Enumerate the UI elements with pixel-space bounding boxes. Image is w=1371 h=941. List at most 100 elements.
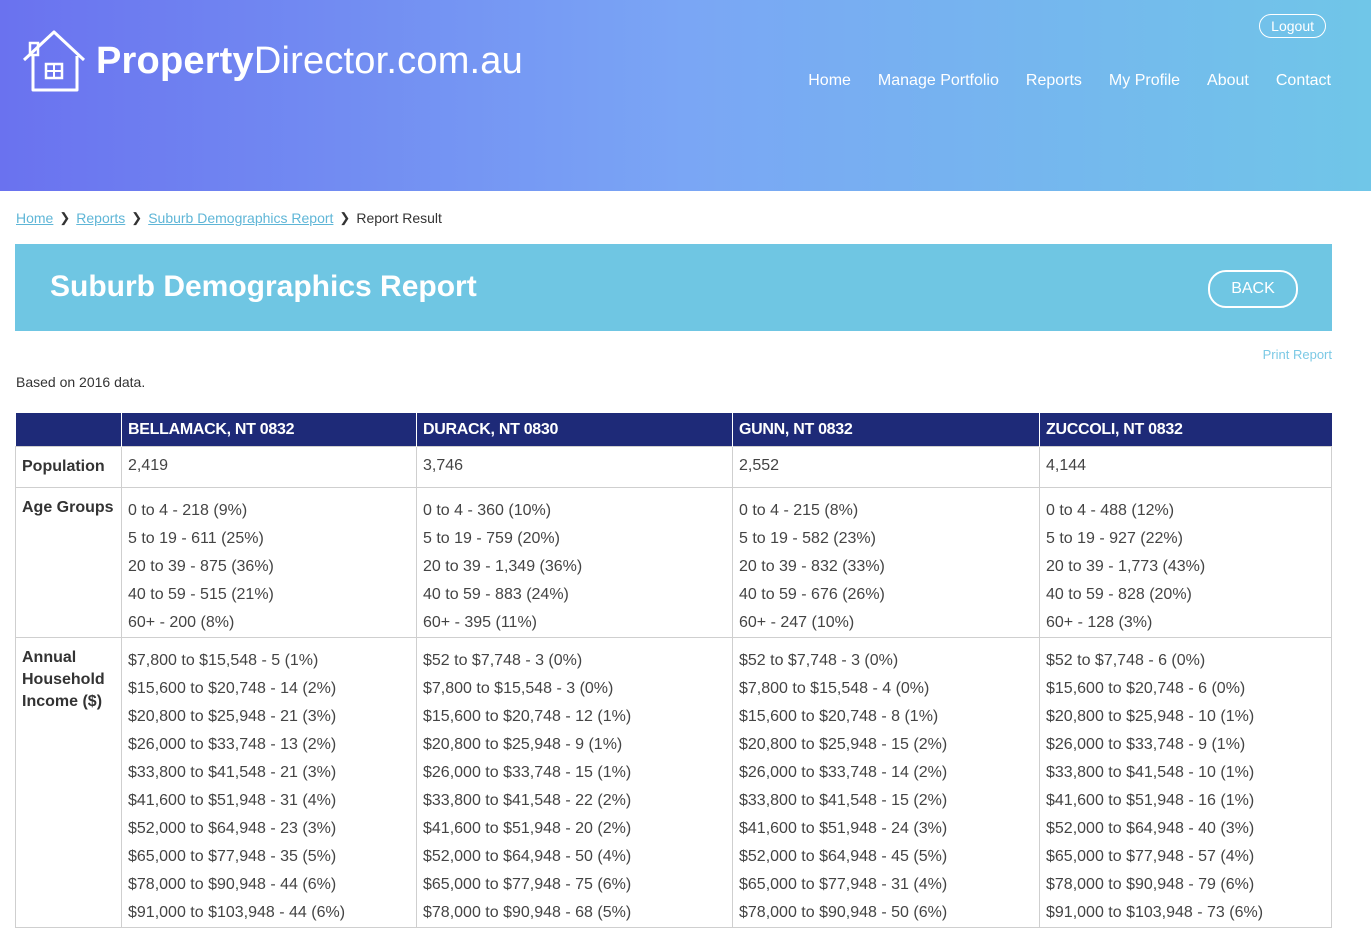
table-cell: $52 to $7,748 - 6 (0%) $15,600 to $20,748…	[1039, 637, 1332, 928]
cell-value: 40 to 59 - 676 (26%)	[739, 586, 885, 603]
table-row: Annual Household Income ($) $7,800 to $15…	[15, 637, 1332, 928]
cell-value: $52 to $7,748 - 3 (0%)	[739, 652, 899, 669]
cell-value: 20 to 39 - 1,349 (36%)	[423, 558, 583, 575]
cell-value: 0 to 4 - 488 (12%)	[1046, 502, 1175, 519]
cell-value: 0 to 4 - 218 (9%)	[128, 502, 248, 519]
chevron-right-icon: ❯	[131, 210, 143, 225]
table-cell: $7,800 to $15,548 - 5 (1%) $15,600 to $20…	[121, 637, 417, 928]
cell-value: $26,000 to $33,748 - 13 (2%)	[128, 736, 337, 753]
cell-value: 20 to 39 - 832 (33%)	[739, 558, 885, 575]
cell-value: $41,600 to $51,948 - 16 (1%)	[1046, 792, 1255, 809]
row-label: Age Groups	[15, 487, 122, 638]
table-cell: $52 to $7,748 - 3 (0%) $7,800 to $15,548 …	[732, 637, 1040, 928]
page-title: Suburb Demographics Report	[50, 270, 477, 303]
cell-value: $20,800 to $25,948 - 9 (1%)	[423, 736, 623, 753]
cell-value: $41,600 to $51,948 - 31 (4%)	[128, 792, 337, 809]
breadcrumb-home[interactable]: Home	[16, 210, 53, 226]
breadcrumb: Home ❯ Reports ❯ Suburb Demographics Rep…	[16, 210, 442, 226]
breadcrumb-reports[interactable]: Reports	[76, 210, 125, 226]
chevron-right-icon: ❯	[339, 210, 351, 225]
column-header: ZUCCOLI, NT 0832	[1039, 413, 1332, 447]
cell-value: $20,800 to $25,948 - 15 (2%)	[739, 736, 948, 753]
column-header: GUNN, NT 0832	[732, 413, 1040, 447]
row-label: Annual Household Income ($)	[15, 637, 122, 928]
table-cell: 0 to 4 - 488 (12%) 5 to 19 - 927 (22%) 20 …	[1039, 487, 1332, 638]
cell-value: 2,419	[128, 457, 169, 474]
nav-my-profile[interactable]: My Profile	[1109, 72, 1180, 90]
nav-manage-portfolio[interactable]: Manage Portfolio	[878, 72, 999, 90]
cell-value: $20,800 to $25,948 - 10 (1%)	[1046, 708, 1255, 725]
cell-value: $7,800 to $15,548 - 4 (0%)	[739, 680, 930, 697]
cell-value: $15,600 to $20,748 - 6 (0%)	[1046, 680, 1246, 697]
cell-value: $15,600 to $20,748 - 12 (1%)	[423, 708, 632, 725]
logout-button[interactable]: Logout	[1259, 14, 1326, 38]
main-nav: Home Manage Portfolio Reports My Profile…	[781, 72, 1331, 90]
nav-contact[interactable]: Contact	[1276, 72, 1331, 90]
table-cell: $52 to $7,748 - 3 (0%) $7,800 to $15,548 …	[416, 637, 733, 928]
back-button[interactable]: BACK	[1208, 270, 1298, 308]
cell-value: 20 to 39 - 875 (36%)	[128, 558, 274, 575]
nav-reports[interactable]: Reports	[1026, 72, 1082, 90]
brand-rest: Director.com.au	[253, 39, 523, 82]
cell-value: $26,000 to $33,748 - 9 (1%)	[1046, 736, 1246, 753]
cell-value: $41,600 to $51,948 - 24 (3%)	[739, 820, 948, 837]
cell-value: $52 to $7,748 - 6 (0%)	[1046, 652, 1206, 669]
column-header: BELLAMACK, NT 0832	[121, 413, 417, 447]
cell-value: 40 to 59 - 828 (20%)	[1046, 586, 1192, 603]
site-header: PropertyDirector.com.au Logout Home Mana…	[0, 0, 1371, 191]
cell-value: 60+ - 128 (3%)	[1046, 614, 1153, 631]
table-body: Population 2,419 3,746 2,552 4,144 Age Groups…	[15, 446, 1332, 928]
brand-name: PropertyDirector.com.au	[96, 40, 523, 83]
house-icon	[22, 30, 86, 92]
nav-home[interactable]: Home	[808, 72, 851, 90]
column-header: DURACK, NT 0830	[416, 413, 733, 447]
cell-value: $33,800 to $41,548 - 10 (1%)	[1046, 764, 1255, 781]
nav-about[interactable]: About	[1207, 72, 1249, 90]
print-report-link[interactable]: Print Report	[1263, 347, 1332, 362]
cell-value: 40 to 59 - 515 (21%)	[128, 586, 274, 603]
cell-value: $26,000 to $33,748 - 14 (2%)	[739, 764, 948, 781]
table-cell: 0 to 4 - 215 (8%) 5 to 19 - 582 (23%) 20 t…	[732, 487, 1040, 638]
cell-value: $15,600 to $20,748 - 8 (1%)	[739, 708, 939, 725]
cell-value: 60+ - 247 (10%)	[739, 614, 855, 631]
cell-value: $52 to $7,748 - 3 (0%)	[423, 652, 583, 669]
table-header-empty	[15, 413, 122, 447]
cell-value: $7,800 to $15,548 - 3 (0%)	[423, 680, 614, 697]
table-cell: 0 to 4 - 218 (9%) 5 to 19 - 611 (25%) 20 t…	[121, 487, 417, 638]
chevron-right-icon: ❯	[59, 210, 71, 225]
cell-value: $15,600 to $20,748 - 14 (2%)	[128, 680, 337, 697]
table-row: Population 2,419 3,746 2,552 4,144	[15, 446, 1332, 488]
page-banner: Suburb Demographics Report BACK	[15, 244, 1332, 331]
table-header-row: BELLAMACK, NT 0832 DURACK, NT 0830 GUNN,…	[15, 413, 1332, 447]
cell-value: $52,000 to $64,948 - 23 (3%)	[128, 820, 337, 837]
table-cell: 0 to 4 - 360 (10%) 5 to 19 - 759 (20%) 20 …	[416, 487, 733, 638]
cell-value: $65,000 to $77,948 - 35 (5%)	[128, 848, 337, 865]
cell-value: 0 to 4 - 215 (8%)	[739, 502, 859, 519]
cell-value: $78,000 to $90,948 - 50 (6%)	[739, 904, 948, 921]
breadcrumb-current: Report Result	[356, 210, 442, 226]
cell-value: $33,800 to $41,548 - 22 (2%)	[423, 792, 632, 809]
cell-value: $52,000 to $64,948 - 50 (4%)	[423, 848, 632, 865]
cell-value: 4,144	[1046, 457, 1087, 474]
table-cell: 2,419	[121, 446, 417, 488]
site-logo[interactable]: PropertyDirector.com.au	[20, 28, 523, 94]
cell-value: 3,746	[423, 457, 464, 474]
cell-value: 5 to 19 - 582 (23%)	[739, 530, 876, 547]
cell-value: $65,000 to $77,948 - 57 (4%)	[1046, 848, 1255, 865]
breadcrumb-suburb-demographics[interactable]: Suburb Demographics Report	[148, 210, 333, 226]
cell-value: 0 to 4 - 360 (10%)	[423, 502, 552, 519]
demographics-table: BELLAMACK, NT 0832 DURACK, NT 0830 GUNN,…	[15, 413, 1332, 928]
cell-value: $26,000 to $33,748 - 15 (1%)	[423, 764, 632, 781]
table-row: Age Groups 0 to 4 - 218 (9%) 5 to 19 - 611…	[15, 487, 1332, 638]
table-cell: 3,746	[416, 446, 733, 488]
cell-value: $78,000 to $90,948 - 68 (5%)	[423, 904, 632, 921]
cell-value: 60+ - 395 (11%)	[423, 614, 537, 631]
brand-bold: Property	[96, 39, 254, 82]
cell-value: 60+ - 200 (8%)	[128, 614, 235, 631]
cell-value: $33,800 to $41,548 - 21 (3%)	[128, 764, 337, 781]
cell-value: $52,000 to $64,948 - 45 (5%)	[739, 848, 948, 865]
row-label: Population	[15, 446, 122, 488]
cell-value: $78,000 to $90,948 - 44 (6%)	[128, 876, 337, 893]
cell-value: $52,000 to $64,948 - 40 (3%)	[1046, 820, 1255, 837]
table-cell: 2,552	[732, 446, 1040, 488]
